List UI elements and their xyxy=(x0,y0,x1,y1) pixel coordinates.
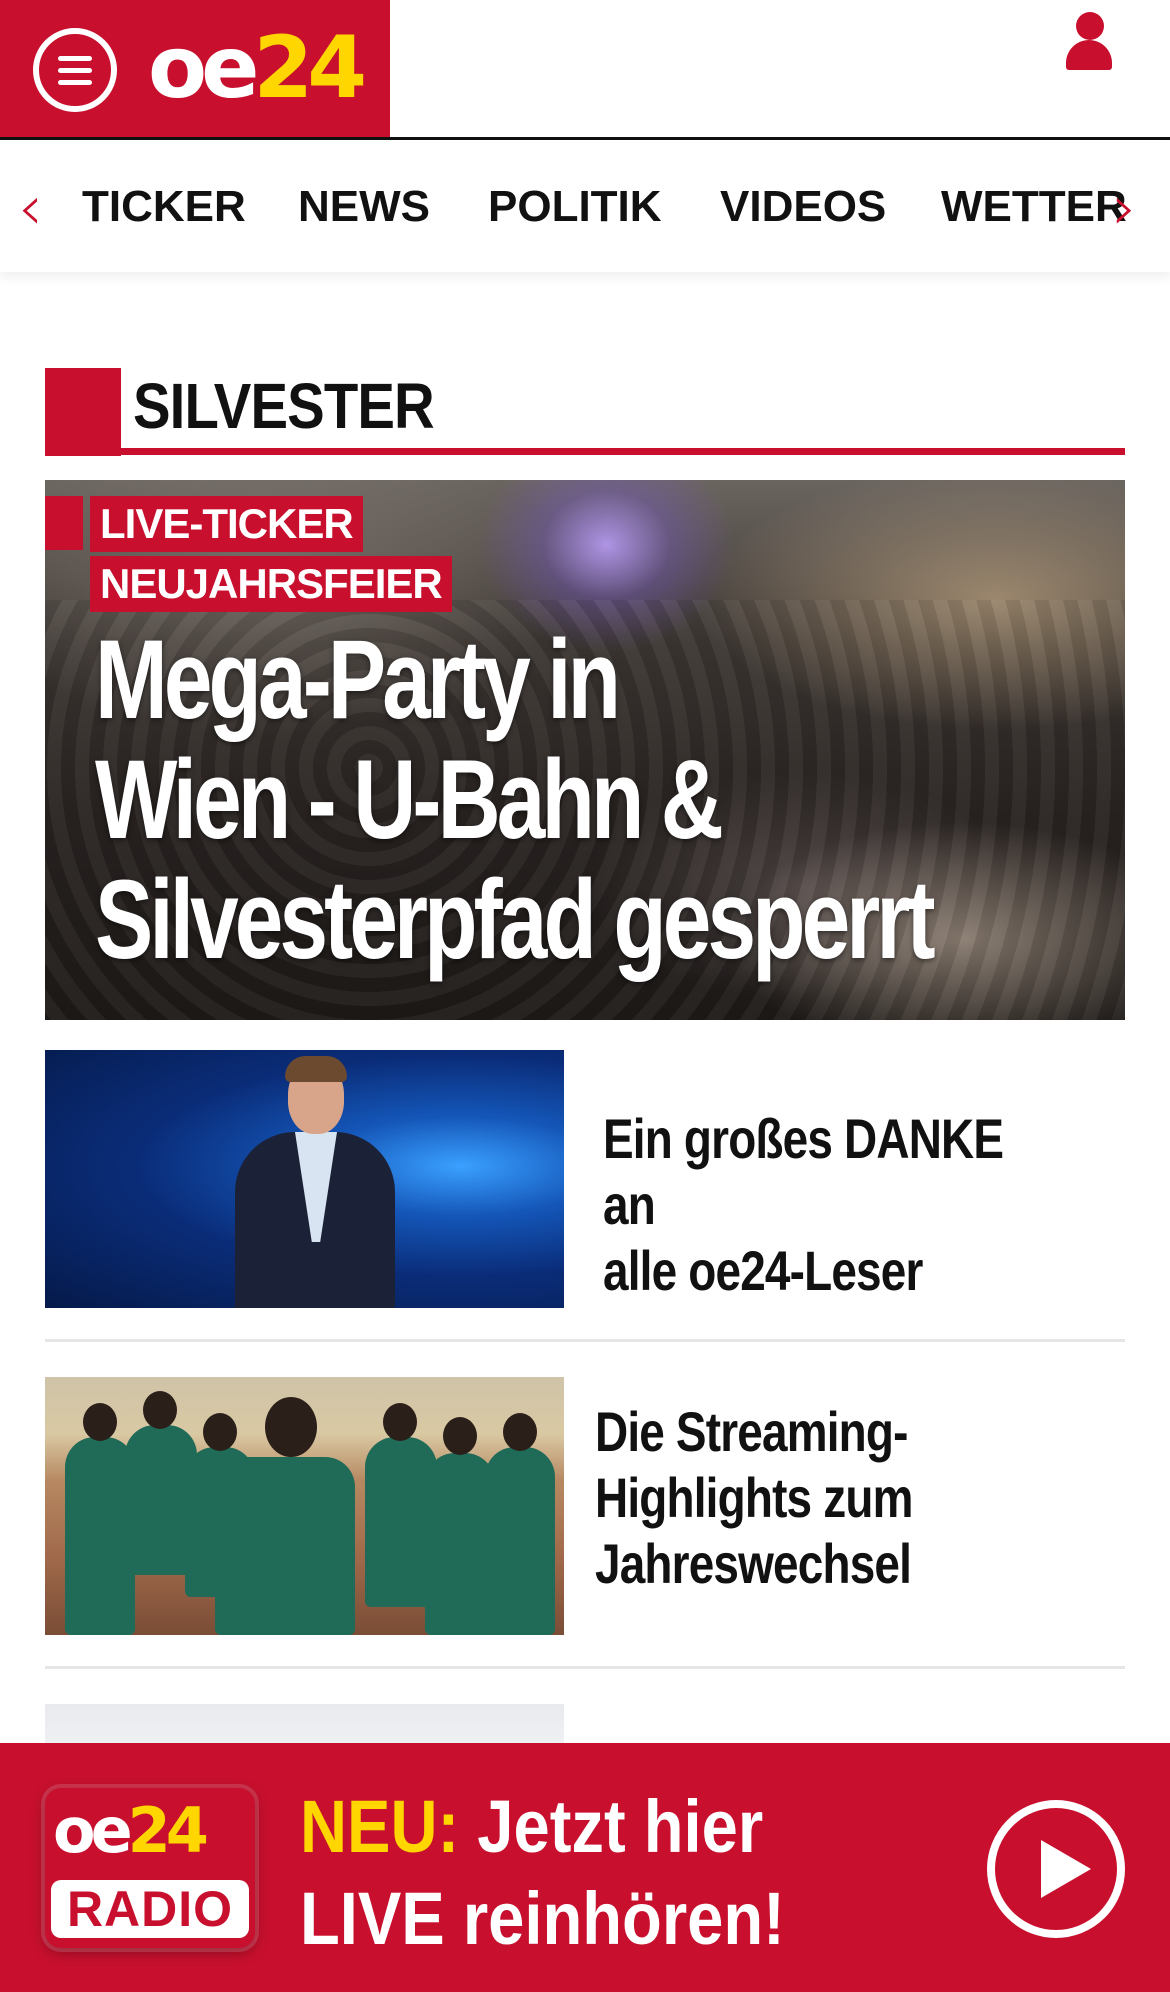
hamburger-menu-icon[interactable] xyxy=(33,28,117,112)
nav-item-videos[interactable]: VIDEOS xyxy=(720,180,886,234)
article-teaser[interactable]: Ein großes DANKE an alle oe24-Leser xyxy=(45,1050,1125,1342)
article-headline: Ein großes DANKE an alle oe24-Leser xyxy=(603,1107,1004,1302)
article-teaser[interactable]: Die Streaming- Highlights zum Jahreswech… xyxy=(45,1377,1125,1669)
hero-teaser[interactable]: LIVE-TICKER NEUJAHRSFEIER Mega-Party in … xyxy=(45,480,1125,1020)
hero-badge-live: LIVE-TICKER xyxy=(90,496,363,552)
user-icon[interactable] xyxy=(1063,12,1115,72)
section-heading: SILVESTER xyxy=(45,368,1125,456)
nav-next-icon[interactable]: › xyxy=(1112,173,1137,243)
nav-item-news[interactable]: NEWS xyxy=(298,180,430,234)
hero-headline: Mega-Party in Wien - U-Bahn & Silvesterp… xyxy=(95,617,936,982)
section-accent-block xyxy=(45,368,121,456)
radio-promo-text[interactable]: NEU: Jetzt hier LIVE reinhören! xyxy=(300,1781,785,1965)
section-underline xyxy=(45,448,1125,455)
brand-area: oe24 xyxy=(0,0,390,137)
section-title[interactable]: SILVESTER xyxy=(133,370,435,442)
nav-prev-icon[interactable]: ‹ xyxy=(18,173,43,243)
nav-item-politik[interactable]: POLITIK xyxy=(488,180,662,234)
article-divider xyxy=(45,1666,1125,1669)
article-divider xyxy=(45,1339,1125,1342)
article-thumbnail xyxy=(45,1377,564,1635)
play-icon[interactable] xyxy=(987,1800,1125,1938)
category-nav: ‹ TICKER NEWS POLITIK VIDEOS WETTER › xyxy=(0,140,1170,272)
radio-logo[interactable]: oe24 RADIO xyxy=(45,1788,255,1948)
article-thumbnail xyxy=(45,1050,564,1308)
hero-badge-accent xyxy=(45,496,83,550)
site-header: oe24 xyxy=(0,0,1170,140)
nav-item-wetter[interactable]: WETTER xyxy=(941,180,1127,234)
hero-badge-topic: NEUJAHRSFEIER xyxy=(90,556,452,612)
radio-promo-bar[interactable]: oe24 RADIO NEU: Jetzt hier LIVE reinhöre… xyxy=(0,1743,1170,1992)
site-logo[interactable]: oe24 xyxy=(148,18,367,118)
nav-item-ticker[interactable]: TICKER xyxy=(82,180,246,234)
article-headline: Die Streaming- Highlights zum Jahreswech… xyxy=(595,1400,913,1595)
